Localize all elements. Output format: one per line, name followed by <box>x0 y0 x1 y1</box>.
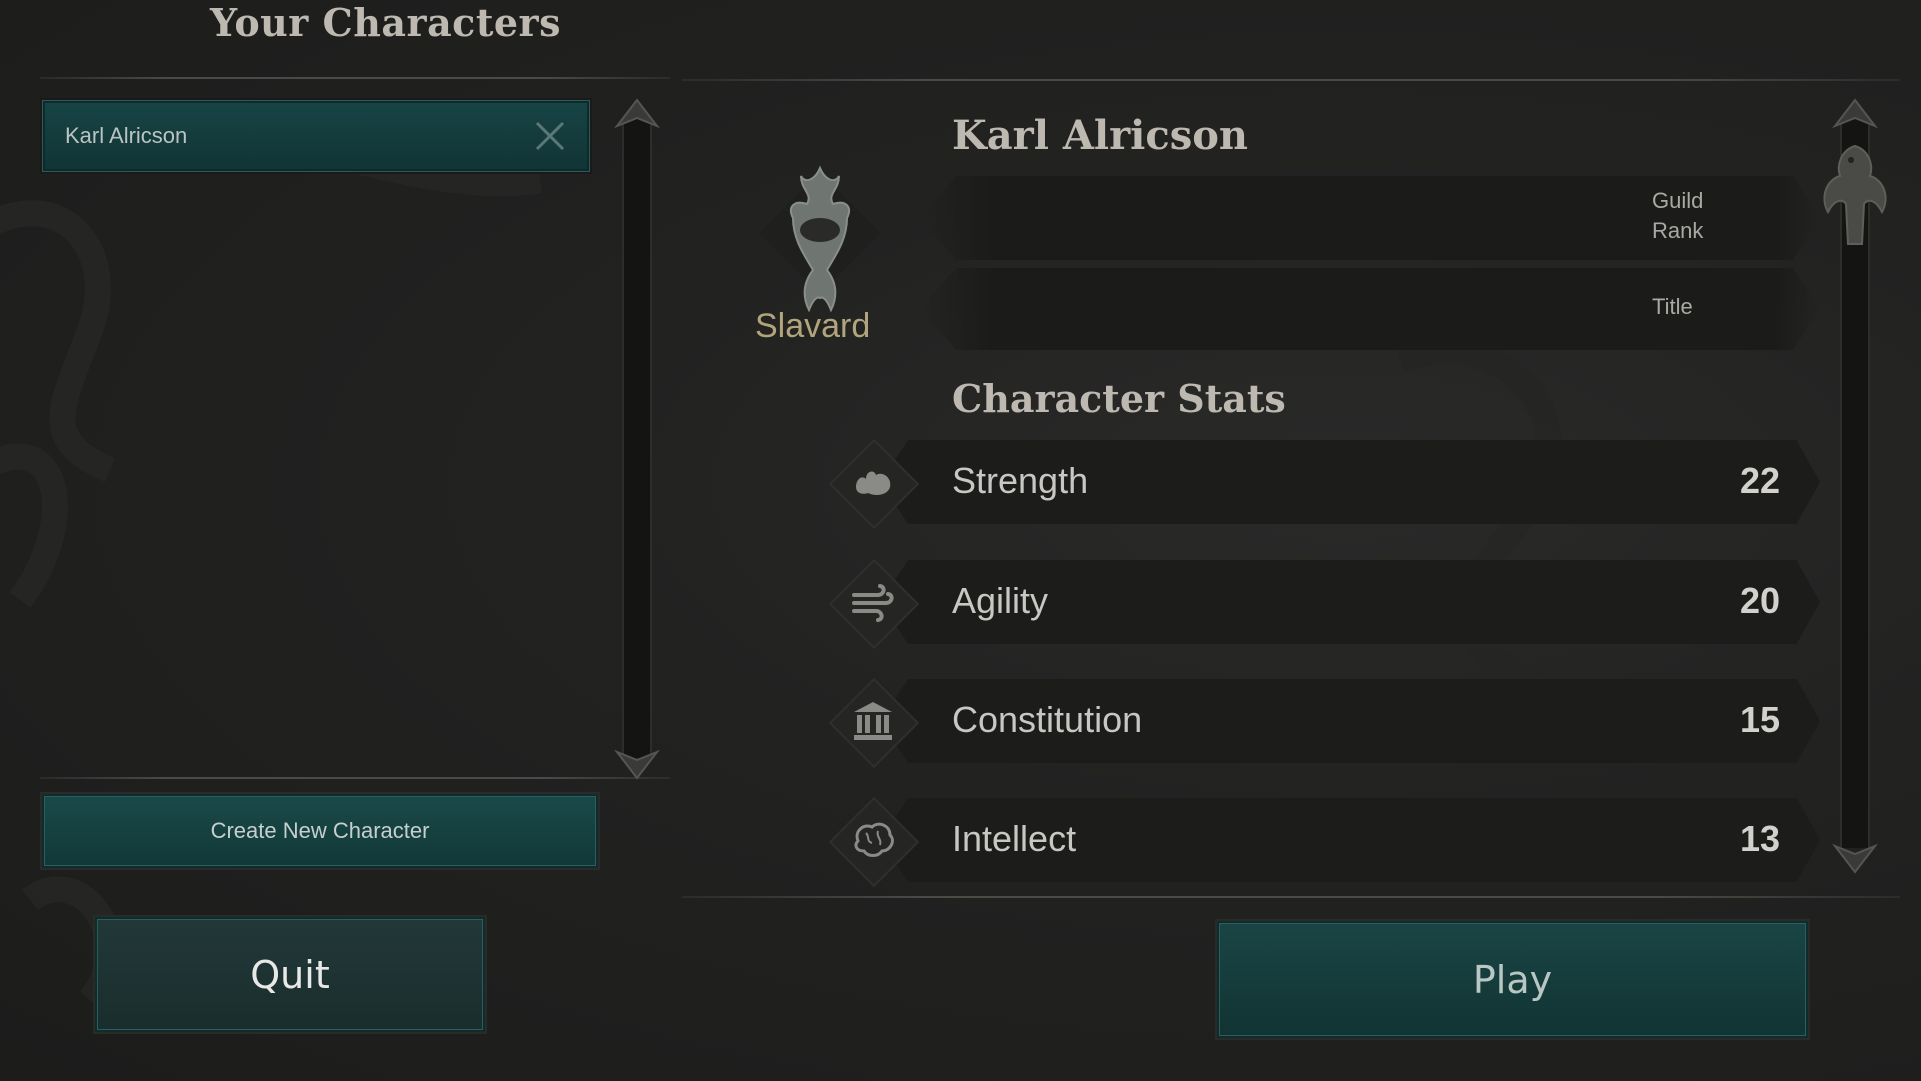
stat-name: Agility <box>952 580 1049 621</box>
stat-value: 13 <box>1739 818 1780 859</box>
class-name: Slavard <box>755 307 871 345</box>
character-list-scrollbar[interactable] <box>622 118 652 758</box>
character-list: Karl Alricson <box>42 100 592 765</box>
stat-row-constitution: Constitution 15 <box>828 677 1820 769</box>
play-button[interactable]: Play <box>1217 921 1808 1038</box>
scroll-up-arrow-icon[interactable] <box>1831 98 1879 130</box>
divider <box>40 777 670 779</box>
create-new-character-button[interactable]: Create New Character <box>42 794 598 868</box>
stat-name: Intellect <box>952 818 1077 859</box>
scroll-down-arrow-icon[interactable] <box>1831 842 1879 874</box>
character-name: Karl Alricson <box>65 123 188 148</box>
guild-rank-row: Guild Rank <box>920 176 1820 260</box>
pillar-building-icon <box>854 702 892 740</box>
quit-button[interactable]: Quit <box>95 917 485 1032</box>
character-name-heading: Karl Alricson <box>952 112 1249 159</box>
stat-value: 20 <box>1739 580 1780 621</box>
stat-name: Strength <box>952 460 1089 501</box>
stat-name: Constitution <box>952 699 1143 740</box>
title-label: Title <box>1652 294 1693 319</box>
scroll-up-arrow-icon[interactable] <box>613 98 661 130</box>
close-icon[interactable] <box>529 115 571 157</box>
wind-icon <box>852 584 894 622</box>
divider <box>682 79 1900 81</box>
character-list-item[interactable]: Karl Alricson <box>42 100 590 172</box>
divider <box>682 896 1900 898</box>
stats-heading: Character Stats <box>952 376 1286 421</box>
divider <box>40 77 670 79</box>
brain-icon <box>854 822 894 857</box>
scroll-down-arrow-icon[interactable] <box>613 748 661 780</box>
stat-row-strength: Strength 22 <box>828 438 1820 530</box>
panel-title: Your Characters <box>210 0 561 45</box>
guild-rank-label: Guild Rank <box>1652 188 1704 243</box>
raven-scroll-thumb-icon[interactable] <box>1818 140 1892 250</box>
flexed-arm-icon <box>856 471 891 495</box>
stat-value: 22 <box>1739 460 1780 501</box>
stat-row-agility: Agility 20 <box>828 558 1820 650</box>
title-row: Title <box>920 268 1820 350</box>
stat-value: 15 <box>1739 699 1780 740</box>
stat-row-intellect: Intellect 13 <box>828 796 1820 888</box>
